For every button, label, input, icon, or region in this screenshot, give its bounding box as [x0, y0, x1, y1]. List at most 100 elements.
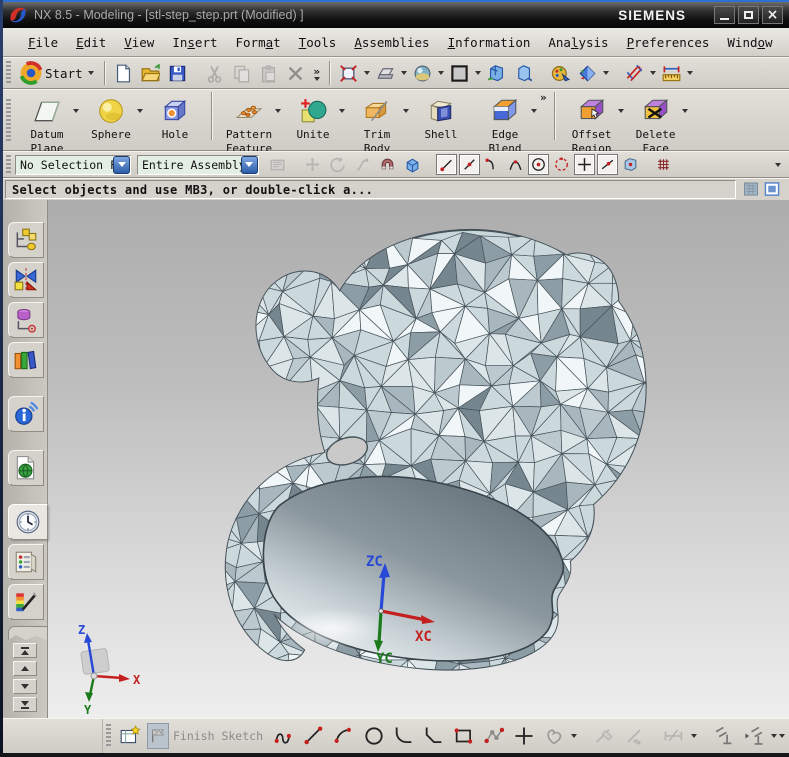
- orient-view-caret[interactable]: [401, 71, 407, 75]
- new-button[interactable]: [110, 61, 137, 86]
- feature-sphere-button[interactable]: Sphere: [79, 92, 143, 143]
- open-button[interactable]: [137, 61, 164, 86]
- selection-bar-options-caret[interactable]: [775, 163, 781, 167]
- visualization-caret[interactable]: [603, 71, 609, 75]
- sketch-dimension-caret[interactable]: [691, 734, 697, 738]
- menu-tools[interactable]: Tools: [290, 32, 346, 53]
- datum-display-caret[interactable]: [650, 71, 656, 75]
- orient-view-button[interactable]: [372, 61, 399, 86]
- visualization-button[interactable]: [574, 61, 601, 86]
- snap-end-point-button[interactable]: [436, 154, 457, 175]
- menu-preferences[interactable]: Preferences: [618, 32, 719, 53]
- sketch-rectangle-button[interactable]: [449, 722, 479, 750]
- selection-scope-caret[interactable]: [241, 156, 258, 174]
- sketch-toolbar-options-caret[interactable]: [779, 734, 785, 738]
- snap-intersection-button[interactable]: [505, 154, 526, 175]
- sketch-offset-curve-button[interactable]: [539, 722, 569, 750]
- clip-view-button[interactable]: [742, 181, 760, 198]
- minimize-button[interactable]: [714, 6, 735, 24]
- menu-insert[interactable]: Insert: [163, 32, 226, 53]
- feature-datum-plane-button[interactable]: Datum Plane: [15, 92, 79, 157]
- menu-window[interactable]: Window: [718, 32, 781, 53]
- resource-history-button[interactable]: [8, 504, 48, 540]
- measure-caret[interactable]: [687, 71, 693, 75]
- restore-window-button[interactable]: [763, 181, 781, 198]
- menu-assemblies[interactable]: Assemblies: [345, 32, 438, 53]
- show-hide-button[interactable]: [483, 61, 510, 86]
- feature-toolbar-overflow-button[interactable]: »: [540, 92, 547, 103]
- save-button[interactable]: [164, 61, 191, 86]
- enable-snap-point-button[interactable]: [375, 153, 400, 176]
- menu-information[interactable]: Information: [439, 32, 540, 53]
- feature-trim-body-button[interactable]: Trim Body: [345, 92, 409, 157]
- measure-button[interactable]: [658, 61, 685, 86]
- feature-hole-button[interactable]: Hole: [143, 92, 207, 143]
- close-button[interactable]: ×: [762, 6, 783, 24]
- snap-grid-point-button[interactable]: [653, 154, 674, 175]
- menu-format[interactable]: Format: [227, 32, 290, 53]
- selection-bar-drag-handle[interactable]: [6, 155, 11, 175]
- feature-pattern-feature-button[interactable]: Pattern Feature: [217, 92, 281, 157]
- toolbar-overflow-button[interactable]: »: [312, 66, 322, 81]
- graphics-viewport[interactable]: ZCXCYCZXY: [48, 200, 789, 718]
- feature-delete-face-caret[interactable]: [682, 109, 688, 113]
- sketch-constraints-display-button[interactable]: [739, 722, 769, 750]
- sketch-profile-button[interactable]: [269, 722, 299, 750]
- sketch-constraints-button[interactable]: [709, 722, 739, 750]
- sketch-circle-button[interactable]: [359, 722, 389, 750]
- resource-hd3d-tools-button[interactable]: [8, 396, 44, 432]
- snap-mid-point-button[interactable]: [459, 154, 480, 175]
- sketch-point-button[interactable]: [509, 722, 539, 750]
- feature-offset-region-button[interactable]: Offset Region: [560, 92, 624, 157]
- scroll-bottom-button[interactable]: [13, 697, 37, 712]
- sketch-toolbar-drag-handle[interactable]: [106, 724, 111, 748]
- sketch-studio-spline-button[interactable]: [479, 722, 509, 750]
- rendering-style-button[interactable]: [409, 61, 436, 86]
- selection-filter-combo[interactable]: No Selection Fi: [15, 155, 131, 175]
- menu-help[interactable]: Help: [782, 32, 789, 53]
- scroll-top-button[interactable]: [13, 643, 37, 658]
- displayed-part-button[interactable]: [510, 61, 537, 86]
- resource-materials-button[interactable]: [8, 584, 44, 620]
- finish-sketch-button[interactable]: [147, 723, 169, 749]
- menu-view[interactable]: View: [115, 32, 163, 53]
- scroll-down-button[interactable]: [13, 679, 37, 694]
- rendering-style-caret[interactable]: [438, 71, 444, 75]
- sketch-fillet-button[interactable]: [389, 722, 419, 750]
- menu-file[interactable]: File: [19, 32, 67, 53]
- maximize-button[interactable]: [738, 6, 759, 24]
- feature-edge-blend-button[interactable]: Edge Blend: [473, 92, 537, 157]
- resource-reuse-library-button[interactable]: [8, 342, 44, 378]
- start-menu-button[interactable]: Start: [15, 58, 100, 88]
- background-button[interactable]: [446, 61, 473, 86]
- resource-bar-torn-tab[interactable]: [8, 626, 48, 640]
- feature-edge-blend-caret[interactable]: [531, 109, 537, 113]
- feature-toolbar-drag-handle[interactable]: [6, 99, 11, 141]
- background-caret[interactable]: [475, 71, 481, 75]
- resource-palettes-button[interactable]: [8, 544, 44, 580]
- feature-unite-button[interactable]: Unite: [281, 92, 345, 143]
- datum-display-button[interactable]: [621, 61, 648, 86]
- selection-filter-caret[interactable]: [113, 156, 130, 174]
- snap-arc-center-button[interactable]: [528, 154, 549, 175]
- scroll-up-button[interactable]: [13, 661, 37, 676]
- snap-existing-point-button[interactable]: [574, 154, 595, 175]
- snap-quadrant-point-button[interactable]: [551, 154, 572, 175]
- sketch-constraints-display-caret[interactable]: [771, 734, 777, 738]
- menu-edit[interactable]: Edit: [67, 32, 115, 53]
- resource-constraint-navigator-button[interactable]: [8, 262, 44, 298]
- fit-view-caret[interactable]: [364, 71, 370, 75]
- menu-analysis[interactable]: Analysis: [539, 32, 617, 53]
- snap-point-on-curve-button[interactable]: [597, 154, 618, 175]
- sketch-chamfer-button[interactable]: [419, 722, 449, 750]
- resource-assembly-navigator-button[interactable]: [8, 222, 44, 258]
- feature-shell-button[interactable]: Shell: [409, 92, 473, 143]
- feature-delete-face-button[interactable]: Delete Face: [624, 92, 688, 157]
- sketch-line-button[interactable]: [299, 722, 329, 750]
- sketch-offset-curve-caret[interactable]: [571, 734, 577, 738]
- snap-point-on-surface-button[interactable]: [620, 154, 641, 175]
- sketch-sketch-task-button[interactable]: [115, 722, 145, 750]
- fit-view-button[interactable]: [335, 61, 362, 86]
- toolbar-drag-handle[interactable]: [6, 61, 11, 85]
- role-button[interactable]: [547, 61, 574, 86]
